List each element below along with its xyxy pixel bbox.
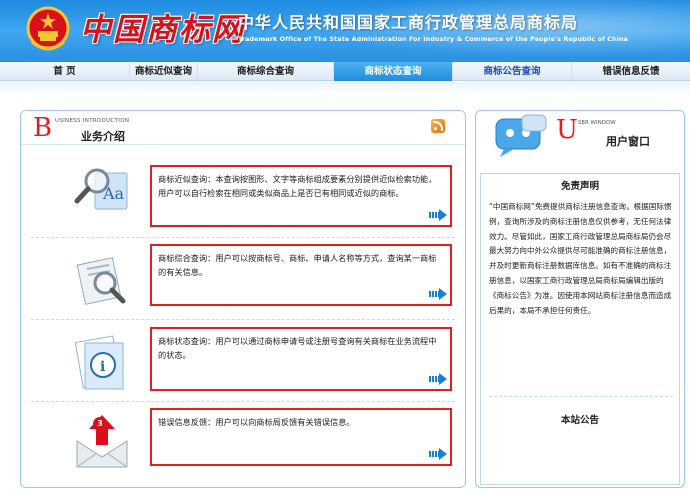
svg-text:i: i xyxy=(100,359,105,375)
business-panel-header: B USINESS INTRODUCTION 业务介绍 xyxy=(21,111,465,145)
rss-icon[interactable] xyxy=(431,119,445,133)
more-arrow-icon[interactable] xyxy=(429,209,447,221)
similar-search-description: 商标近似查询：本查询按图形、文字等商标组成要素分别提供近似检索功能，用户可以自行… xyxy=(158,174,437,198)
nav-item-error-feedback[interactable]: 错误信息反馈 xyxy=(572,62,690,81)
disclaimer-title: 免责声明 xyxy=(560,181,599,192)
office-name-en: Trademark Office of The State Administra… xyxy=(238,35,629,43)
magnifier-document-icon: Aa xyxy=(74,168,128,210)
row-divider xyxy=(31,237,455,238)
info-document-icon: i xyxy=(74,335,124,390)
user-window-title: 用户窗口 xyxy=(606,135,650,148)
error-feedback-box[interactable]: 错误信息反馈：用户可以向商标局反馈有关错误信息。 xyxy=(150,408,452,466)
more-arrow-icon[interactable] xyxy=(429,288,447,300)
section-divider xyxy=(489,396,673,397)
business-subtitle-en: USINESS INTRODUCTION xyxy=(55,118,130,124)
comprehensive-search-description: 商标综合查询：用户可以按商标号、商标、申请人名称等方式，查询某一商标的有关信息。 xyxy=(158,253,437,277)
banner-strip xyxy=(0,82,690,94)
nav-item-announcement-search[interactable]: 商标公告查询 xyxy=(453,62,572,81)
nav-item-home[interactable]: 首 页 xyxy=(0,62,130,81)
site-brand[interactable]: 中国商标网 xyxy=(80,4,245,49)
user-window-subtitle-en: SER WINDOW xyxy=(578,120,616,126)
disclaimer-box: 免责声明 “中国商标网”免费提供商标注册信息查询，根据国际惯例，查询所涉及的商标… xyxy=(480,173,680,485)
nav-item-comprehensive-search[interactable]: 商标综合查询 xyxy=(198,62,334,81)
user-window-panel: U SER WINDOW 用户窗口 免责声明 “中国商标网”免费提供商标注册信息… xyxy=(475,110,685,488)
user-window-header: U SER WINDOW 用户窗口 xyxy=(476,111,684,161)
nav-item-similar-search[interactable]: 商标近似查询 xyxy=(130,62,198,81)
site-notice-title[interactable]: 本站公告 xyxy=(481,412,679,426)
search-file-icon xyxy=(76,257,126,305)
business-letter: B xyxy=(33,113,53,143)
user-window-letter: U xyxy=(556,115,578,145)
status-search-box[interactable]: 商标状态查询：用户可以通过商标申请号或注册号查询有关商标在业务流程中的状态。 xyxy=(150,327,452,391)
more-arrow-icon[interactable] xyxy=(429,373,447,385)
more-arrow-icon[interactable] xyxy=(429,448,447,460)
comprehensive-search-box[interactable]: 商标综合查询：用户可以按商标号、商标、申请人名称等方式，查询某一商标的有关信息。 xyxy=(150,244,452,306)
user-chat-icon xyxy=(495,114,547,157)
row-divider xyxy=(31,319,455,320)
site-header: 中国商标网 中华人民共和国国家工商行政管理总局商标局 Trademark Off… xyxy=(0,0,690,62)
feedback-count-badge: 3 xyxy=(93,417,107,431)
similar-search-box[interactable]: 商标近似查询：本查询按图形、文字等商标组成要素分别提供近似检索功能，用户可以自行… xyxy=(150,165,452,227)
national-emblem-icon xyxy=(26,6,70,51)
main-nav: 首 页 商标近似查询 商标综合查询 商标状态查询 商标公告查询 错误信息反馈 xyxy=(0,62,690,81)
office-name-cn: 中华人民共和国国家工商行政管理总局商标局 xyxy=(238,13,579,32)
error-feedback-description: 错误信息反馈：用户可以向商标局反馈有关错误信息。 xyxy=(158,417,355,427)
status-search-description: 商标状态查询：用户可以通过商标申请号或注册号查询有关商标在业务流程中的状态。 xyxy=(158,336,437,360)
disclaimer-text: “中国商标网”免费提供商标注册信息查询，根据国际惯例，查询所涉及的商标注册信息仅… xyxy=(489,202,672,315)
business-title: 业务介绍 xyxy=(81,130,125,143)
row-divider xyxy=(31,401,455,402)
nav-item-status-search[interactable]: 商标状态查询 xyxy=(334,62,453,81)
